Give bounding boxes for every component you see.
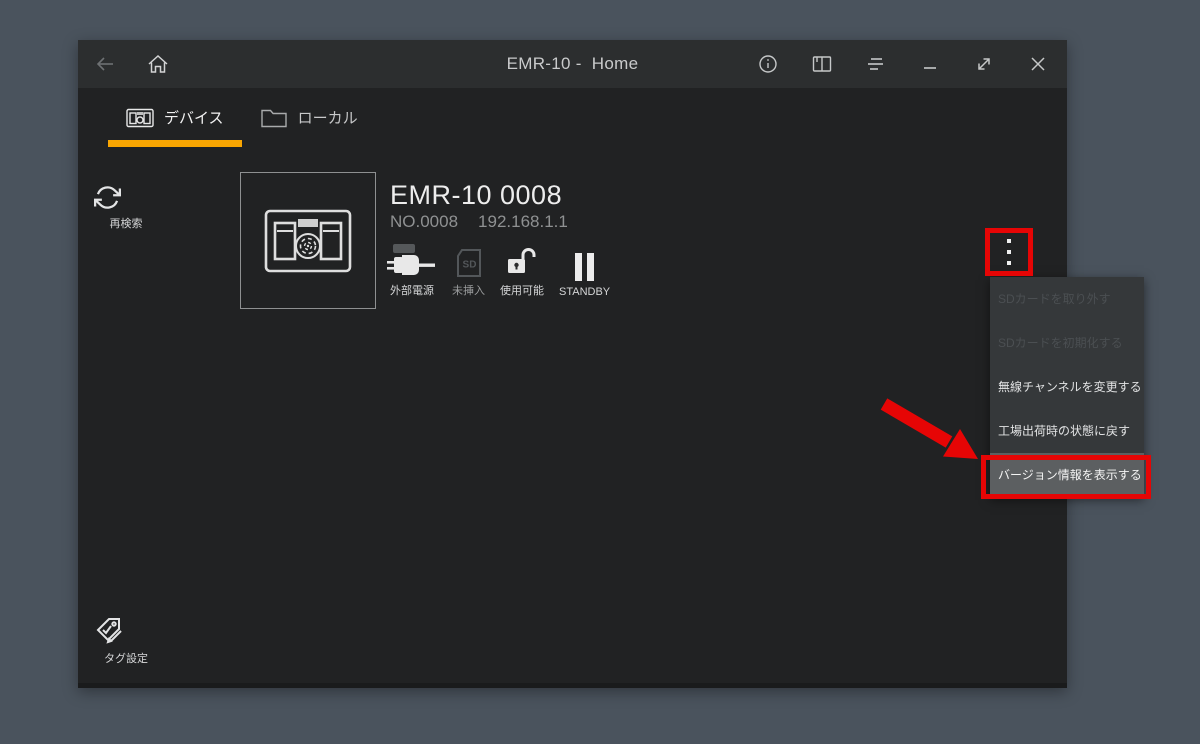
titlebar: EMR-10 - Home xyxy=(78,40,1067,88)
refresh-button[interactable]: 再検索 xyxy=(94,184,158,231)
refresh-label: 再検索 xyxy=(94,215,158,231)
status-label: 未挿入 xyxy=(452,282,485,298)
tag-settings-button[interactable]: タグ設定 xyxy=(94,616,158,666)
status-label: STANDBY xyxy=(559,286,610,298)
device-ip: 192.168.1.1 xyxy=(478,212,568,232)
menu-item-show-version-info[interactable]: バージョン情報を表示する xyxy=(990,453,1144,497)
manual-book-icon[interactable] xyxy=(795,40,849,88)
context-menu: SDカードを取り外す SDカードを初期化する 無線チャンネルを変更する 工場出荷… xyxy=(990,277,1144,497)
sd-card-icon: SD xyxy=(453,244,485,278)
status-label: 外部電源 xyxy=(390,282,434,298)
back-arrow-icon[interactable] xyxy=(94,54,116,74)
tag-settings-label: タグ設定 xyxy=(94,650,158,666)
tab-bar: デバイス ローカル xyxy=(108,95,376,140)
status-label: 使用可能 xyxy=(500,282,544,298)
folder-icon xyxy=(260,107,288,129)
desktop-background: { "window": { "title": "EMR-10 - Home" }… xyxy=(0,0,1200,744)
status-external-power: 外部電源 xyxy=(387,244,437,298)
svg-text:SD: SD xyxy=(462,260,476,271)
kebab-dot xyxy=(1007,250,1011,254)
home-icon[interactable] xyxy=(147,53,169,75)
device-status-row: 外部電源 SD 未挿入 使用可能 xyxy=(387,244,610,298)
menu-item-change-wireless-channel[interactable]: 無線チャンネルを変更する xyxy=(990,365,1144,409)
kebab-menu-button[interactable] xyxy=(990,233,1028,271)
device-thumbnail[interactable] xyxy=(240,172,376,309)
tab-device-label: デバイス xyxy=(164,107,224,128)
info-icon[interactable] xyxy=(741,40,795,88)
device-recorder-icon xyxy=(264,209,352,273)
pause-icon xyxy=(574,248,596,282)
device-subinfo: NO.0008 192.168.1.1 xyxy=(390,212,568,232)
tab-local-label: ローカル xyxy=(298,107,358,128)
menu-item-factory-reset[interactable]: 工場出荷時の状態に戻す xyxy=(990,409,1144,453)
menu-lines-icon[interactable] xyxy=(849,40,903,88)
app-window: EMR-10 - Home xyxy=(78,40,1067,688)
status-sd-card: SD 未挿入 xyxy=(452,244,485,298)
device-number: NO.0008 xyxy=(390,212,458,232)
menu-item-format-sd[interactable]: SDカードを初期化する xyxy=(990,321,1144,365)
device-icon xyxy=(126,108,154,128)
menu-item-remove-sd[interactable]: SDカードを取り外す xyxy=(990,277,1144,321)
window-title: EMR-10 - Home xyxy=(507,54,639,74)
close-icon[interactable] xyxy=(1011,40,1065,88)
tag-edit-icon xyxy=(94,616,158,646)
kebab-dot xyxy=(1007,239,1011,243)
device-name: EMR-10 0008 xyxy=(390,180,562,211)
refresh-icon xyxy=(94,184,158,211)
minimize-icon[interactable] xyxy=(903,40,957,88)
unlock-icon xyxy=(506,244,538,278)
status-standby: STANDBY xyxy=(559,244,610,298)
status-lock: 使用可能 xyxy=(500,244,544,298)
tab-device[interactable]: デバイス xyxy=(108,95,242,140)
power-plug-icon xyxy=(387,244,437,278)
resize-icon[interactable] xyxy=(957,40,1011,88)
tab-local[interactable]: ローカル xyxy=(242,95,376,140)
kebab-dot xyxy=(1007,261,1011,265)
